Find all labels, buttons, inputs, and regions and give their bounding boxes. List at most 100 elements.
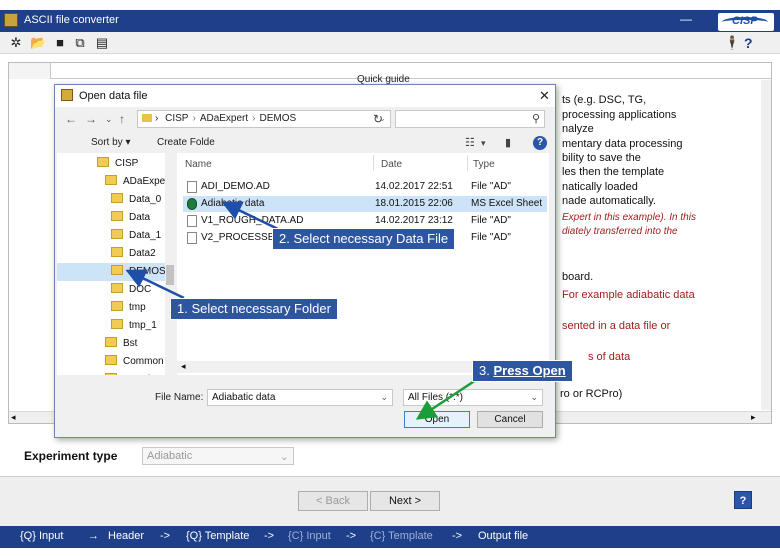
copy-icon[interactable]: ⧉ [72, 35, 88, 51]
chevron-down-icon[interactable]: ▾ [481, 138, 486, 149]
folder-icon [142, 114, 152, 122]
dialog-command-row: Sort by ▾ Create Folde ☷ ▾ ▮ ? [55, 133, 555, 153]
breadcrumb-item[interactable]: ADaExpert [200, 113, 248, 124]
scroll-left-icon[interactable]: ◂ [11, 412, 16, 423]
guide-line: natically loaded [562, 181, 638, 193]
close-icon[interactable]: ✕ [539, 88, 550, 104]
type-column-header[interactable]: Type [473, 159, 495, 170]
date-column-header[interactable]: Date [381, 159, 402, 170]
breadcrumb-item[interactable]: DEMOS [260, 113, 297, 124]
step-arrow: → [88, 530, 99, 542]
sort-by-button[interactable]: Sort by ▾ [91, 137, 131, 148]
step-arrow: -> [160, 530, 171, 542]
scroll-right-icon[interactable]: ▸ [751, 412, 756, 423]
back-button[interactable]: < Back [298, 491, 368, 511]
address-bar[interactable]: › CISP › ADaExpert › DEMOS ⌄ [137, 110, 391, 128]
view-list-icon[interactable]: ☷ [465, 136, 475, 149]
step-header: Header [108, 530, 145, 542]
folder-tree-item[interactable]: CISP [57, 155, 165, 173]
folder-tree-item[interactable]: Data_1 [57, 227, 165, 245]
folder-icon [111, 283, 123, 293]
cancel-button[interactable]: Cancel [477, 411, 543, 428]
folder-tree-item[interactable]: Data [57, 209, 165, 227]
up-arrow-icon[interactable]: ↑ [119, 112, 125, 126]
guide-note-1: Expert in this example). In this [562, 212, 696, 223]
breadcrumb-item[interactable]: CISP [165, 113, 188, 124]
debug-icon[interactable]: 🕴 [724, 35, 740, 51]
print-preview-icon[interactable]: ▤ [94, 35, 110, 51]
file-name: V1_ROUGH_DATA.AD [201, 215, 304, 226]
app-title-bar: ASCII file converter — [0, 10, 780, 32]
folder-label: Data2 [129, 248, 156, 259]
name-column-header[interactable]: Name [185, 159, 212, 170]
refresh-icon[interactable]: ↻ [373, 112, 383, 126]
folder-tree-item[interactable]: Data2 [57, 245, 165, 263]
folder-label: tmp_1 [129, 320, 157, 331]
folder-icon [105, 373, 117, 375]
path-separator: › [252, 113, 256, 124]
file-date: 14.02.2017 22:51 [375, 181, 453, 192]
folder-tree-item[interactable]: ADaExpert [57, 173, 171, 191]
chevron-down-icon[interactable]: ⌄ [530, 392, 538, 403]
folder-tree-item[interactable]: DEMOS [57, 263, 166, 281]
folder-label: Data_0 [129, 194, 162, 205]
folder-tree-item[interactable]: DOC [57, 281, 165, 299]
file-row[interactable]: ADI_DEMO.AD 14.02.2017 22:51 File "AD" [183, 179, 547, 195]
create-folder-button[interactable]: Create Folde [157, 137, 215, 148]
panel-tab[interactable] [9, 63, 51, 79]
recent-chevron-icon[interactable]: ⌄ [105, 114, 113, 125]
tree-scroll-thumb[interactable] [166, 265, 174, 285]
vertical-scrollbar[interactable] [761, 80, 771, 410]
folder-tree-item[interactable]: tmp_1 [57, 317, 165, 335]
file-list: Name Date Type ADI_DEMO.AD 14.02.2017 22:… [177, 153, 549, 375]
open-folder-icon[interactable]: 📂 [30, 35, 46, 51]
new-file-icon[interactable]: ✲ [8, 35, 24, 51]
excel-icon [187, 198, 197, 210]
document-icon [187, 215, 197, 227]
press-open-link: Press Open [493, 363, 566, 378]
folder-icon [111, 211, 123, 221]
chevron-down-icon: ▾ [125, 137, 131, 148]
tree-scrollbar[interactable] [165, 153, 175, 375]
wizard-nav-bar: < Back Next > ? [0, 476, 780, 526]
file-type: File "AD" [471, 181, 511, 192]
file-row[interactable]: V1_ROUGH_DATA.AD 14.02.2017 23:12 File "AD… [183, 213, 547, 229]
chevron-down-icon[interactable]: ⌄ [380, 392, 388, 403]
app-icon [4, 13, 18, 27]
back-arrow-icon[interactable]: ← [65, 112, 77, 126]
folder-tree-item[interactable]: Data_0 [57, 191, 165, 209]
save-icon[interactable]: ■ [52, 35, 68, 51]
folder-tree-item[interactable]: ConView [57, 371, 165, 375]
next-button[interactable]: Next > [370, 491, 440, 511]
folder-icon [105, 337, 117, 347]
folder-label: ConView [123, 374, 163, 375]
folder-tree-item[interactable]: tmp [57, 299, 165, 317]
panel-header: Quick guide [9, 63, 771, 85]
file-type-filter[interactable]: All Files (*.*) ⌄ [403, 389, 543, 406]
preview-pane-icon[interactable]: ▮ [505, 136, 511, 149]
help-icon[interactable]: ? [744, 35, 753, 51]
guide-board-text: board. [562, 271, 594, 283]
open-button[interactable]: Open [404, 411, 470, 428]
guide-line: nade automatically. [562, 195, 656, 207]
document-icon [187, 232, 197, 244]
help-button[interactable]: ? [734, 491, 752, 509]
minimize-icon[interactable]: — [680, 12, 692, 26]
folder-label: Bst [123, 338, 138, 349]
folder-tree-item[interactable]: Bst [57, 335, 165, 353]
forward-arrow-icon[interactable]: → [85, 112, 97, 126]
search-input[interactable]: ⚲ [395, 110, 545, 128]
file-row[interactable]: Adiabatic data 18.01.2015 22:06 MS Excel S… [183, 196, 547, 212]
experiment-type-select[interactable]: Adiabatic ⌄ [142, 447, 294, 465]
guide-line: mentary data processing [562, 138, 683, 150]
file-name-label: File Name: [155, 392, 204, 403]
guide-note-4: sented in a data file or [562, 320, 671, 332]
file-name-input[interactable]: Adiabatic data ⌄ [207, 389, 393, 406]
scroll-left-icon[interactable]: ◂ [181, 361, 186, 372]
dialog-help-icon[interactable]: ? [533, 136, 547, 150]
path-separator: › [192, 113, 196, 124]
folder-icon [111, 229, 123, 239]
toolbar: ✲ 📂 ■ ⧉ ▤ 🕴 ? [0, 32, 780, 54]
guide-note-2: diately transferred into the [562, 226, 678, 237]
folder-tree-item[interactable]: Common [57, 353, 165, 371]
